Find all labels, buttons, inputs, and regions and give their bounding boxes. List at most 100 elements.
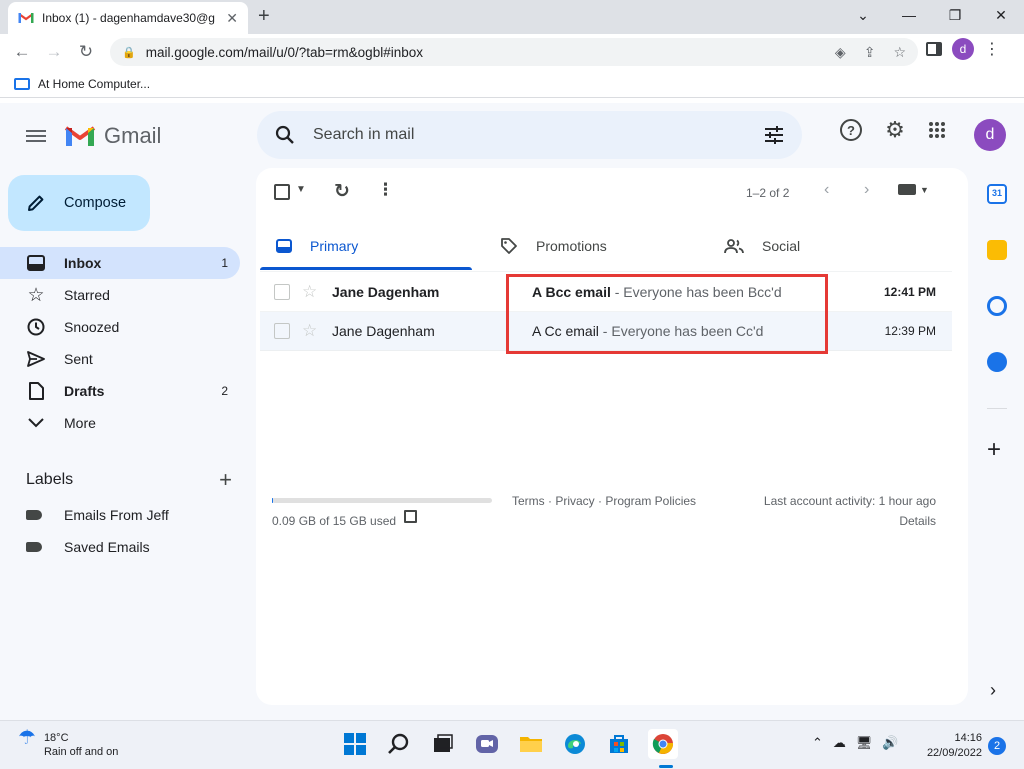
nav-item-snoozed[interactable]: Snoozed (0, 311, 240, 343)
more-options-icon[interactable]: ⋮ (377, 180, 394, 200)
people-icon (724, 239, 744, 254)
get-addons-icon[interactable]: + (987, 438, 1001, 462)
reload-icon[interactable]: ↻ (70, 36, 102, 68)
input-tools-icon[interactable] (898, 184, 916, 195)
keep-icon[interactable] (987, 240, 1007, 260)
forward-icon[interactable]: → (38, 36, 70, 68)
nav-item-more[interactable]: More (0, 407, 240, 439)
notification-badge[interactable]: 2 (988, 737, 1006, 755)
label-name: Emails From Jeff (64, 507, 169, 523)
microsoft-store-icon[interactable] (604, 729, 634, 759)
storage-open-icon[interactable] (404, 510, 417, 523)
main-menu-icon[interactable] (26, 127, 46, 145)
compose-button[interactable]: Compose (8, 175, 150, 231)
highlight-annotation-box (506, 274, 828, 354)
select-dropdown-icon[interactable]: ▼ (296, 184, 306, 195)
taskbar-search-icon[interactable] (384, 729, 414, 759)
nav-item-sent[interactable]: Sent (0, 343, 240, 375)
browser-tab-strip: Inbox (1) - dagenhamdave30@g ✕ + ⌄ — ❐ ✕ (0, 0, 1024, 34)
nav-item-inbox[interactable]: Inbox 1 (0, 247, 240, 279)
edge-browser-icon[interactable] (560, 729, 590, 759)
tab-label: Promotions (536, 238, 607, 254)
menu-kebab-icon[interactable]: ⋮ (984, 39, 1000, 59)
weather-widget[interactable]: ☂ 18°C Rain off and on (18, 728, 118, 759)
side-panel-icon[interactable] (926, 42, 942, 56)
browser-tab[interactable]: Inbox (1) - dagenhamdave30@g ✕ (8, 2, 248, 34)
install-app-icon[interactable]: ◈ (835, 44, 846, 61)
search-options-icon[interactable] (764, 126, 784, 144)
back-icon[interactable]: ← (6, 36, 38, 68)
last-activity: Last account activity: 1 hour ago (763, 494, 936, 508)
new-tab-icon[interactable]: + (258, 6, 270, 26)
volume-icon[interactable]: 🔊 (882, 735, 898, 751)
label-icon (26, 542, 42, 552)
url-text[interactable]: mail.google.com/mail/u/0/?tab=rm&ogbl#in… (146, 45, 835, 60)
calendar-icon[interactable]: 31 (987, 184, 1007, 204)
side-panel: 31 + › (970, 168, 1024, 720)
bookmark-item[interactable]: At Home Computer... (38, 77, 150, 91)
label-item[interactable]: Emails From Jeff (26, 501, 169, 529)
nav-item-drafts[interactable]: Drafts 2 (0, 375, 240, 407)
input-tools-dropdown-icon[interactable]: ▼ (920, 185, 929, 195)
monitor-icon (14, 77, 30, 90)
category-tabs: Primary Promotions Social (256, 222, 952, 270)
share-icon[interactable]: ⇪ (864, 44, 876, 61)
file-explorer-icon[interactable] (516, 729, 546, 759)
star-icon: ☆ (27, 284, 45, 306)
show-hidden-icons-icon[interactable]: ⌃ (812, 735, 823, 751)
teams-chat-icon[interactable] (472, 729, 502, 759)
close-window-icon[interactable]: ✕ (978, 0, 1024, 30)
tasks-icon[interactable] (987, 296, 1007, 316)
row-checkbox[interactable] (274, 283, 290, 300)
search-bar[interactable]: Search in mail (257, 111, 802, 159)
tab-search-icon[interactable]: ⌄ (840, 0, 886, 30)
settings-gear-icon[interactable]: ⚙ (884, 117, 906, 142)
tab-social[interactable]: Social (724, 222, 800, 270)
windows-start-icon[interactable] (340, 729, 370, 759)
clock[interactable]: 14:16 22/09/2022 (920, 731, 982, 761)
help-icon[interactable]: ? (840, 119, 862, 141)
tab-promotions[interactable]: Promotions (500, 222, 607, 270)
nav-label: Inbox (64, 255, 102, 271)
minimize-icon[interactable]: — (886, 0, 932, 30)
gmail-logo[interactable]: Gmail (64, 123, 161, 149)
window-controls: ⌄ — ❐ ✕ (840, 0, 1024, 30)
search-icon[interactable] (275, 125, 295, 145)
search-input[interactable]: Search in mail (313, 126, 764, 144)
contacts-icon[interactable] (987, 352, 1007, 372)
label-name: Saved Emails (64, 539, 150, 555)
send-icon (26, 349, 46, 369)
star-icon[interactable]: ☆ (302, 321, 317, 341)
newer-page-icon[interactable]: ‹ (824, 181, 829, 199)
apps-grid-icon[interactable] (928, 121, 946, 139)
refresh-icon[interactable]: ↻ (334, 180, 350, 203)
policy-links[interactable]: Terms · Privacy · Program Policies (512, 494, 696, 508)
profile-avatar[interactable]: d (952, 38, 974, 60)
windows-taskbar: ☂ 18°C Rain off and on ⌃ ☁ 🖥 🔊 14:16 22/… (0, 720, 1024, 769)
row-checkbox[interactable] (274, 323, 290, 339)
close-tab-icon[interactable]: ✕ (226, 10, 238, 27)
tab-title: Inbox (1) - dagenhamdave30@g (42, 11, 215, 25)
task-view-icon[interactable] (428, 729, 458, 759)
bookmark-star-icon[interactable]: ☆ (893, 44, 906, 61)
restore-icon[interactable]: ❐ (932, 0, 978, 30)
label-item[interactable]: Saved Emails (26, 533, 150, 561)
select-all-checkbox[interactable] (274, 184, 290, 200)
system-tray: ⌃ ☁ 🖥 🔊 (812, 735, 899, 751)
details-link[interactable]: Details (899, 514, 936, 528)
older-page-icon[interactable]: › (864, 181, 869, 199)
star-icon[interactable]: ☆ (302, 282, 317, 302)
network-icon[interactable]: 🖥 (856, 735, 873, 751)
gmail-app: Gmail Search in mail ? ⚙ d Compose Inbox… (0, 103, 1024, 720)
account-avatar[interactable]: d (974, 119, 1006, 151)
label-icon (26, 510, 42, 520)
chrome-icon[interactable] (648, 729, 678, 759)
expand-side-panel-icon[interactable]: › (990, 680, 996, 701)
create-label-icon[interactable]: + (219, 467, 232, 493)
cloud-icon[interactable]: ☁ (833, 735, 846, 751)
nav-item-starred[interactable]: ☆ Starred (0, 279, 240, 311)
gmail-wordmark: Gmail (104, 123, 162, 148)
lock-icon[interactable]: 🔒 (122, 46, 136, 59)
tab-primary[interactable]: Primary (276, 222, 358, 270)
address-bar[interactable]: 🔒 mail.google.com/mail/u/0/?tab=rm&ogbl#… (110, 38, 918, 66)
